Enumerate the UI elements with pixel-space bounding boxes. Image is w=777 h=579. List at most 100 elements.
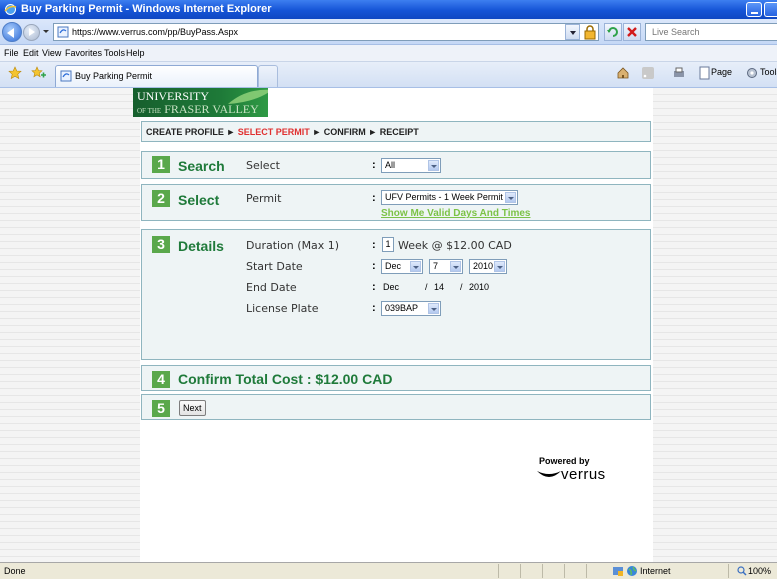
- chevron-down-icon: [428, 160, 439, 171]
- status-divider: [498, 564, 499, 578]
- page-menu-button[interactable]: Page: [711, 67, 732, 77]
- permit-select[interactable]: UFV Permits - 1 Week Permit: [381, 190, 518, 205]
- verrus-swoosh-icon: [537, 471, 561, 477]
- breadcrumb-confirm: CONFIRM: [323, 127, 366, 137]
- powered-by-verrus: Powered by verrus: [537, 456, 637, 486]
- tab-buy-parking-permit[interactable]: Buy Parking Permit: [55, 65, 258, 87]
- protected-mode-icon[interactable]: [612, 565, 624, 577]
- menu-file[interactable]: File: [4, 48, 19, 58]
- step-next-panel: 5 Next: [141, 394, 651, 420]
- end-day-value: 14: [434, 282, 445, 292]
- chevron-down-icon: [410, 261, 421, 272]
- breadcrumb-separator: ►: [312, 127, 322, 137]
- menu-tools[interactable]: Tools: [104, 48, 125, 58]
- duration-input[interactable]: 1: [382, 237, 394, 252]
- print-icon[interactable]: [672, 66, 686, 80]
- internet-explorer-icon: [4, 4, 17, 15]
- step-number: 4: [152, 371, 170, 388]
- field-colon: :: [372, 260, 376, 272]
- stop-button[interactable]: [623, 23, 641, 41]
- page-icon: [57, 26, 69, 38]
- status-bar: Done Internet 100%: [0, 562, 777, 579]
- back-arrow-icon: [7, 28, 14, 38]
- breadcrumb-separator: ►: [368, 127, 378, 137]
- ufv-logo: UNIVERSITY OF THE FRASER VALLEY: [133, 88, 268, 117]
- license-plate-select[interactable]: 039BAP: [381, 301, 441, 316]
- lock-icon[interactable]: [582, 24, 598, 40]
- step-title: Details: [178, 238, 224, 254]
- select-value: Dec: [385, 261, 402, 271]
- security-zone[interactable]: Internet: [640, 566, 671, 576]
- stop-icon: [627, 27, 637, 37]
- page-viewport: UNIVERSITY OF THE FRASER VALLEY CREATE P…: [0, 88, 777, 562]
- step-search-panel: 1 Search Select : All: [141, 151, 651, 179]
- end-year-value: 2010: [469, 282, 490, 292]
- menu-favorites[interactable]: Favorites: [65, 48, 102, 58]
- field-colon: :: [372, 159, 376, 171]
- step-number: 1: [152, 156, 170, 173]
- url-text: https://www.verrus.com/pp/BuyPass.Aspx: [72, 27, 239, 37]
- field-colon: :: [372, 239, 376, 251]
- logo-line-2-small: OF THE: [137, 107, 162, 115]
- favorites-star-icon[interactable]: [8, 66, 22, 80]
- minimize-icon: [751, 12, 758, 14]
- home-icon[interactable]: [616, 66, 630, 80]
- chevron-down-icon: [505, 192, 516, 203]
- zoom-level[interactable]: 100%: [748, 566, 771, 576]
- forward-arrow-icon: [29, 28, 35, 36]
- field-colon: :: [372, 302, 376, 314]
- breadcrumb: CREATE PROFILE ► SELECT PERMIT ► CONFIRM…: [141, 121, 651, 142]
- chevron-down-icon: [428, 303, 439, 314]
- forward-button[interactable]: [23, 24, 40, 41]
- field-label: Select: [246, 159, 280, 172]
- valid-days-times-link[interactable]: Show Me Valid Days And Times: [381, 208, 531, 219]
- menu-help[interactable]: Help: [126, 48, 145, 58]
- window-title: Buy Parking Permit - Windows Internet Ex…: [21, 3, 272, 15]
- select-value: 039BAP: [385, 303, 419, 313]
- address-dropdown-button[interactable]: [565, 24, 580, 40]
- menu-view[interactable]: View: [42, 48, 61, 58]
- tools-menu-button[interactable]: Tools: [760, 67, 777, 77]
- address-input[interactable]: https://www.verrus.com/pp/BuyPass.Aspx: [53, 23, 599, 41]
- search-box[interactable]: [645, 23, 777, 41]
- gear-icon: [747, 68, 757, 78]
- page-icon: [60, 70, 72, 82]
- back-button[interactable]: [2, 22, 22, 42]
- status-text: Done: [4, 566, 26, 576]
- add-favorite-icon[interactable]: [31, 66, 47, 80]
- step-select-panel: 2 Select Permit : UFV Permits - 1 Week P…: [141, 184, 651, 221]
- field-colon: :: [372, 281, 376, 293]
- recent-pages-dropdown[interactable]: [43, 30, 49, 33]
- breadcrumb-separator: ►: [226, 127, 236, 137]
- license-plate-label: License Plate: [246, 302, 319, 315]
- internet-globe-icon: [627, 566, 637, 576]
- logo-leaf-icon: [228, 89, 268, 104]
- next-button[interactable]: Next: [179, 400, 206, 416]
- maximize-button[interactable]: [764, 2, 777, 17]
- step-title: Select: [178, 192, 220, 208]
- zoom-icon: [737, 566, 747, 576]
- page-menu-icon: [699, 66, 710, 80]
- step-details-panel: 3 Details Duration (Max 1) : 1 Week @ $1…: [141, 229, 651, 360]
- feeds-icon[interactable]: [641, 66, 655, 80]
- search-category-select[interactable]: All: [381, 158, 441, 173]
- breadcrumb-trail: CREATE PROFILE ► SELECT PERMIT ► CONFIRM…: [146, 127, 419, 137]
- tab-bar: Buy Parking Permit Page Tools: [0, 62, 777, 88]
- tab-label: Buy Parking Permit: [75, 71, 153, 81]
- select-value: 7: [433, 261, 439, 271]
- refresh-button[interactable]: [604, 23, 622, 41]
- field-colon: :: [372, 192, 376, 204]
- start-day-select[interactable]: 7: [429, 259, 463, 274]
- chevron-down-icon: [494, 261, 505, 272]
- search-input[interactable]: [646, 24, 777, 40]
- status-divider: [520, 564, 521, 578]
- menu-edit[interactable]: Edit: [23, 48, 39, 58]
- start-month-select[interactable]: Dec: [381, 259, 423, 274]
- start-year-select[interactable]: 2010: [469, 259, 507, 274]
- new-tab-button[interactable]: [258, 65, 278, 87]
- select-value: 2010: [473, 261, 494, 271]
- minimize-button[interactable]: [746, 2, 762, 17]
- duration-text: Week @ $12.00 CAD: [398, 239, 512, 252]
- duration-label: Duration (Max 1): [246, 239, 340, 252]
- status-divider: [728, 564, 729, 578]
